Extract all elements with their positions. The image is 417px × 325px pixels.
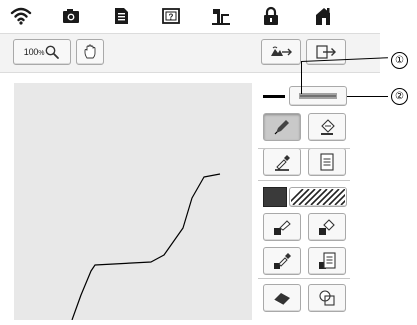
paint-bucket-icon (321, 119, 335, 135)
region-color-swatch[interactable] (263, 187, 287, 207)
hatch-pattern-icon (291, 189, 345, 205)
callout-line-2 (347, 96, 388, 97)
line-type-button[interactable] (289, 86, 347, 106)
list-icon (319, 252, 336, 269)
region-list-button[interactable] (308, 247, 346, 275)
pen-icon (274, 120, 289, 135)
line-color-swatch[interactable] (263, 95, 285, 98)
magnifier-icon (45, 45, 60, 59)
image-import-icon (271, 46, 292, 56)
list-icon (320, 153, 334, 171)
zoom-level: 100% (23, 47, 45, 57)
camera-icon[interactable] (58, 4, 84, 28)
drawn-line (71, 173, 221, 321)
eraser-button[interactable] (263, 284, 301, 312)
zoom-button[interactable]: 100% (13, 39, 71, 65)
callout-2: ② (391, 88, 408, 105)
shape-select-icon (319, 290, 335, 306)
app-screen: ? 100% (0, 0, 380, 321)
export-icon (316, 45, 336, 59)
line-eyedropper-button[interactable] (263, 148, 301, 176)
import-button[interactable] (261, 39, 301, 65)
sub-toolbar: 100% (0, 33, 380, 73)
stitch-pattern-icon (299, 93, 337, 99)
pan-button[interactable] (76, 39, 104, 65)
drawing-canvas[interactable] (14, 83, 252, 321)
pen-tool-button[interactable] (263, 113, 301, 141)
eyedropper-icon (274, 253, 291, 269)
eraser-icon (273, 293, 290, 306)
region-eyedropper-button[interactable] (263, 247, 301, 275)
divider (258, 180, 350, 181)
select-shape-button[interactable] (308, 284, 346, 312)
line-bucket-button[interactable] (308, 113, 346, 141)
home-icon[interactable] (310, 4, 336, 28)
fill-bucket-icon (319, 219, 335, 235)
top-toolbar: ? (0, 0, 380, 33)
sewing-machine-icon[interactable] (208, 4, 234, 28)
wifi-icon[interactable] (8, 4, 34, 28)
svg-text:?: ? (169, 13, 174, 22)
region-bucket-button[interactable] (308, 213, 346, 241)
brush-icon (274, 220, 291, 235)
eyedropper-icon (275, 155, 290, 171)
line-list-button[interactable] (308, 148, 346, 176)
divider (258, 148, 350, 149)
hand-icon (84, 44, 96, 59)
brush-tool-button[interactable] (263, 213, 301, 241)
callout-1: ① (391, 52, 408, 69)
divider (258, 278, 350, 279)
callout-line-1-drop (301, 61, 302, 94)
region-pattern-button[interactable] (289, 187, 347, 207)
lock-icon[interactable] (258, 4, 284, 28)
document-icon[interactable] (108, 4, 134, 28)
help-icon[interactable]: ? (158, 4, 184, 28)
